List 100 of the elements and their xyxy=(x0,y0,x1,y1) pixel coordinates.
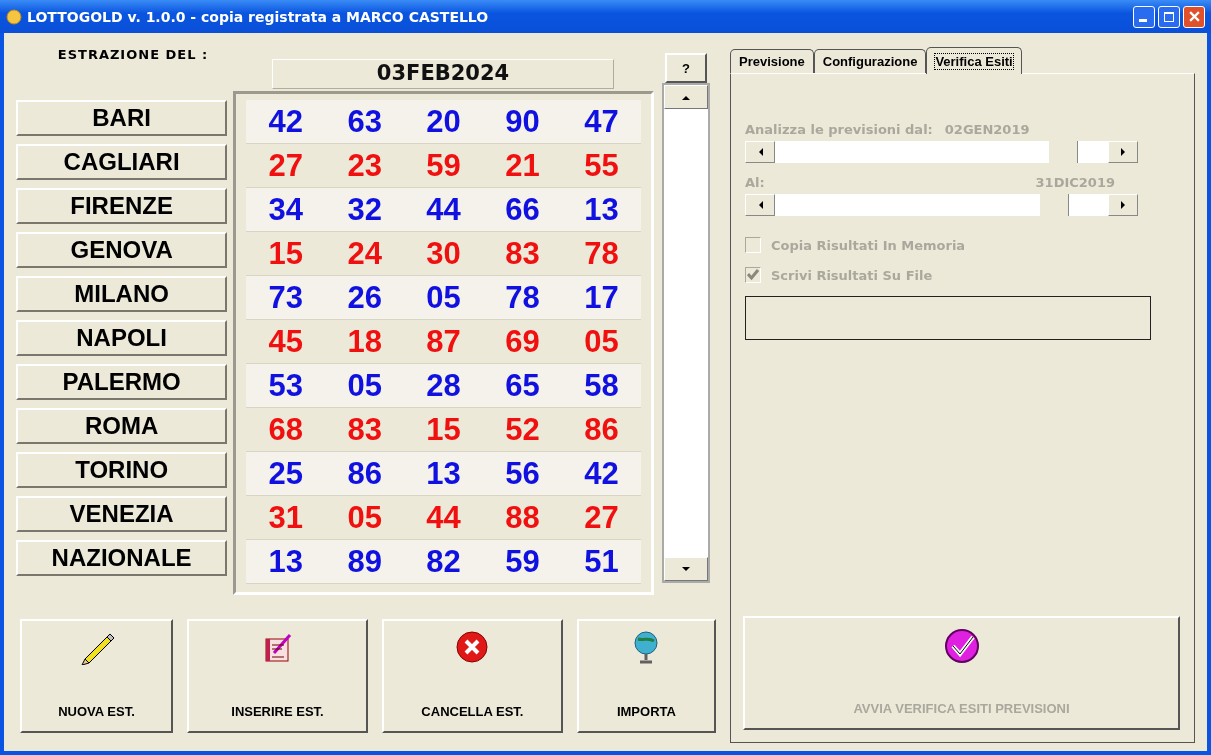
right-arrow-icon[interactable] xyxy=(1120,148,1126,156)
city-button[interactable]: NAZIONALE xyxy=(16,540,228,576)
tab[interactable]: Previsione xyxy=(730,49,814,73)
toolbar-button[interactable]: NUOVA EST. xyxy=(20,619,174,733)
drawn-number: 51 xyxy=(584,543,619,580)
drawn-number: 89 xyxy=(347,543,382,580)
window-title: LOTTOGOLD v. 1.0.0 - copia registrata a MARCO CASTELLO xyxy=(27,8,490,25)
to-date: 31DIC2019 xyxy=(1035,175,1115,190)
option-label: Scrivi Risultati Su File xyxy=(771,267,933,283)
drawn-number: 59 xyxy=(426,147,461,184)
tab[interactable]: Configurazione xyxy=(813,49,927,73)
drawn-number: 65 xyxy=(505,367,540,404)
minimize-icon xyxy=(1138,19,1147,22)
city-button[interactable]: PALERMO xyxy=(16,364,228,400)
minimize-button[interactable] xyxy=(1133,5,1155,28)
drawn-number: 15 xyxy=(268,235,303,272)
close-button[interactable] xyxy=(1183,5,1205,28)
from-date: 02GEN2019 xyxy=(944,122,1030,137)
drawn-number: 86 xyxy=(347,455,382,492)
scrollbar[interactable] xyxy=(662,83,710,583)
to-label: Al: xyxy=(745,175,765,190)
coin-icon xyxy=(6,8,22,25)
toolbar-button[interactable]: INSERIRE EST. xyxy=(187,619,368,733)
drawn-number: 53 xyxy=(268,367,303,404)
drawn-number: 83 xyxy=(505,235,540,272)
drawn-number: 23 xyxy=(347,147,382,184)
city-button[interactable]: BARI xyxy=(16,100,228,136)
drawn-number: 15 xyxy=(426,411,461,448)
to-slider[interactable] xyxy=(745,194,1138,216)
drawn-number: 42 xyxy=(268,103,303,140)
drawn-number: 88 xyxy=(505,499,540,536)
from-slider[interactable] xyxy=(745,141,1138,163)
option-label: Copia Risultati In Memoria xyxy=(771,237,966,253)
cancel-icon xyxy=(454,629,491,665)
drawn-number: 25 xyxy=(268,455,303,492)
drawn-number: 18 xyxy=(347,323,382,360)
from-label: Analizza le previsioni dal: xyxy=(745,122,933,137)
drawn-number: 13 xyxy=(268,543,303,580)
city-button[interactable]: VENEZIA xyxy=(16,496,228,532)
drawn-number: 69 xyxy=(505,323,540,360)
draw-date-field: 03FEB2024 xyxy=(272,59,614,89)
drawn-number: 20 xyxy=(426,103,461,140)
drawn-number: 34 xyxy=(268,191,303,228)
drawn-number: 26 xyxy=(347,279,382,316)
drawn-number: 13 xyxy=(584,191,619,228)
drawn-number: 44 xyxy=(426,499,461,536)
drawn-number: 05 xyxy=(426,279,461,316)
drawn-number: 73 xyxy=(268,279,303,316)
drawn-number: 82 xyxy=(426,543,461,580)
drawn-number: 63 xyxy=(347,103,382,140)
maximize-icon xyxy=(1164,11,1174,22)
drawn-number: 47 xyxy=(584,103,619,140)
scroll-down-icon[interactable] xyxy=(664,557,708,581)
drawn-number: 32 xyxy=(347,191,382,228)
drawn-number: 31 xyxy=(268,499,303,536)
drawn-number: 05 xyxy=(584,323,619,360)
drawn-number: 56 xyxy=(505,455,540,492)
city-button[interactable]: GENOVA xyxy=(16,232,228,268)
city-button[interactable]: FIRENZE xyxy=(16,188,228,224)
city-button[interactable]: CAGLIARI xyxy=(16,144,228,180)
drawn-number: 59 xyxy=(505,543,540,580)
draw-date-label: ESTRAZIONE DEL : xyxy=(56,47,210,64)
drawn-number: 86 xyxy=(584,411,619,448)
drawn-number: 68 xyxy=(268,411,303,448)
drawn-number: 27 xyxy=(268,147,303,184)
maximize-button[interactable] xyxy=(1158,5,1180,28)
drawn-number: 45 xyxy=(268,323,303,360)
drawn-number: 55 xyxy=(584,147,619,184)
tab[interactable]: Verifica Esiti xyxy=(926,47,1022,74)
drawn-number: 58 xyxy=(584,367,619,404)
drawn-number: 17 xyxy=(584,279,619,316)
drawn-number: 87 xyxy=(426,323,461,360)
drawn-number: 28 xyxy=(426,367,461,404)
check-icon xyxy=(943,628,980,664)
city-button[interactable]: MILANO xyxy=(16,276,228,312)
drawn-number: 30 xyxy=(426,235,461,272)
help-button[interactable]: ? xyxy=(665,53,707,83)
drawn-number: 83 xyxy=(347,411,382,448)
drawn-number: 24 xyxy=(347,235,382,272)
drawn-number: 42 xyxy=(584,455,619,492)
drawn-number: 52 xyxy=(505,411,540,448)
left-arrow-icon[interactable] xyxy=(757,148,763,156)
scroll-up-icon[interactable] xyxy=(664,85,708,109)
close-icon xyxy=(1188,11,1200,22)
drawn-number: 44 xyxy=(426,191,461,228)
drawn-number: 05 xyxy=(347,499,382,536)
drawn-number: 05 xyxy=(347,367,382,404)
toolbar-button[interactable]: CANCELLA EST. xyxy=(381,619,563,733)
drawn-number: 27 xyxy=(584,499,619,536)
right-arrow-icon[interactable] xyxy=(1120,201,1126,209)
drawn-number: 13 xyxy=(426,455,461,492)
city-button[interactable]: TORINO xyxy=(16,452,228,488)
left-arrow-icon[interactable] xyxy=(757,201,763,209)
drawn-number: 66 xyxy=(505,191,540,228)
drawn-number: 90 xyxy=(505,103,540,140)
drawn-number: 78 xyxy=(505,279,540,316)
toolbar-button[interactable]: IMPORTA xyxy=(576,619,716,733)
drawn-number: 21 xyxy=(505,147,540,184)
city-button[interactable]: ROMA xyxy=(16,408,228,444)
city-button[interactable]: NAPOLI xyxy=(16,320,228,356)
